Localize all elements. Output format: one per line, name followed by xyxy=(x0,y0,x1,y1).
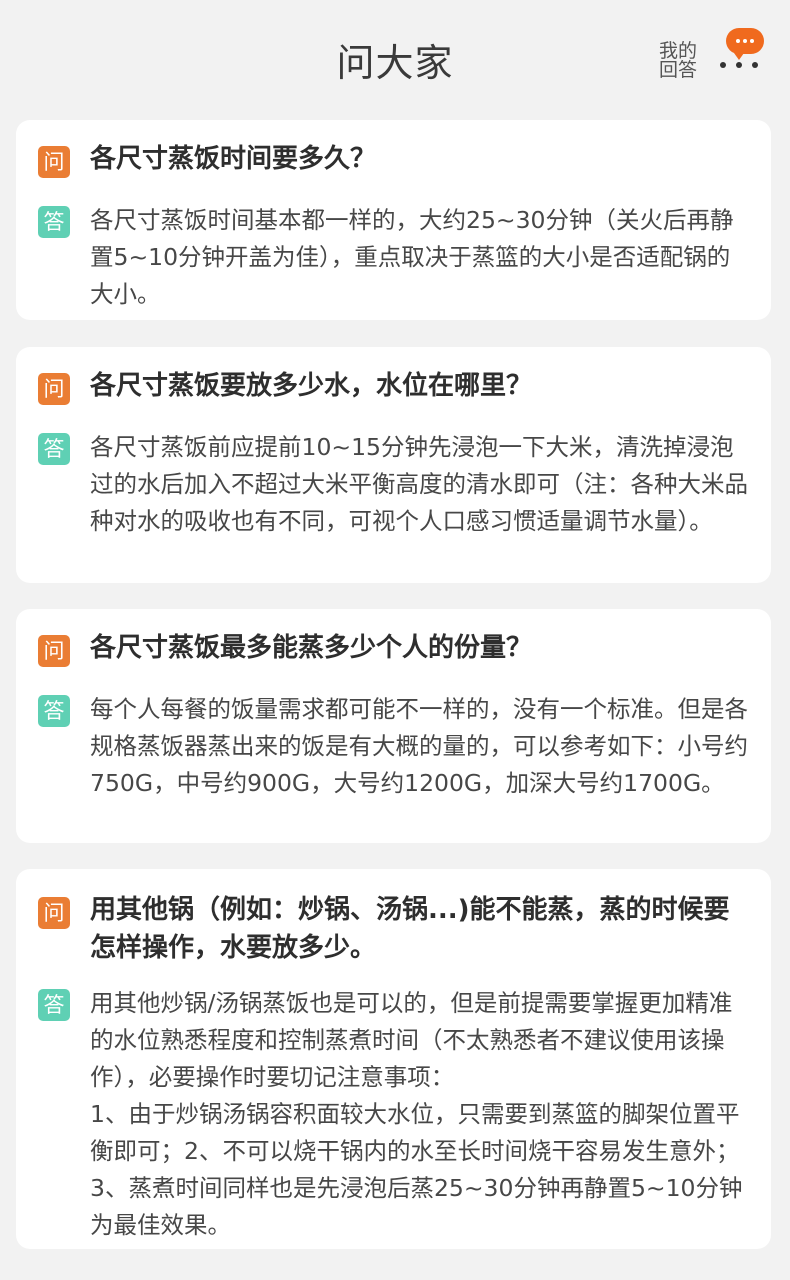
more-button[interactable] xyxy=(716,28,766,78)
header-bar: 问大家 我的回答 xyxy=(0,0,790,118)
answer-text: 每个人每餐的饭量需求都可能不一样的，没有一个标准。但是各规格蒸饭器蒸出来的饭是有… xyxy=(90,695,748,797)
qa-card[interactable]: 问 各尺寸蒸饭最多能蒸多少个人的份量？ 答 每个人每餐的饭量需求都可能不一样的，… xyxy=(16,609,771,843)
my-answers-button[interactable]: 我的回答 xyxy=(656,42,700,80)
question-badge: 问 xyxy=(38,146,70,178)
chat-bubble-icon xyxy=(726,28,764,60)
answer-badge: 答 xyxy=(38,433,70,465)
question-badge: 问 xyxy=(38,373,70,405)
question-text: 各尺寸蒸饭时间要多久？ xyxy=(90,144,377,174)
question-text: 各尺寸蒸饭要放多少水，水位在哪里？ xyxy=(90,371,533,401)
qa-card[interactable]: 问 用其他锅（例如：炒锅、汤锅...)能不能蒸，蒸的时候要怎样操作，水要放多少。… xyxy=(16,869,771,1249)
answer-badge: 答 xyxy=(38,206,70,238)
question-badge: 问 xyxy=(38,897,70,929)
answer-badge: 答 xyxy=(38,989,70,1021)
question-text: 用其他锅（例如：炒锅、汤锅...)能不能蒸，蒸的时候要怎样操作，水要放多少。 xyxy=(90,895,730,963)
qa-card[interactable]: 问 各尺寸蒸饭要放多少水，水位在哪里？ 答 各尺寸蒸饭前应提前10~15分钟先浸… xyxy=(16,347,771,583)
answer-text: 各尺寸蒸饭前应提前10~15分钟先浸泡一下大米，清洗掉浸泡过的水后加入不超过大米… xyxy=(90,433,748,535)
more-icon xyxy=(720,62,760,68)
qa-card[interactable]: 问 各尺寸蒸饭时间要多久？ 答 各尺寸蒸饭时间基本都一样的，大约25~30分钟（… xyxy=(16,120,771,320)
answer-badge: 答 xyxy=(38,695,70,727)
answer-text: 用其他炒锅/汤锅蒸饭也是可以的，但是前提需要掌握更加精准的水位熟悉程度和控制蒸煮… xyxy=(90,989,743,1239)
answer-text: 各尺寸蒸饭时间基本都一样的，大约25~30分钟（关火后再静置5~10分钟开盖为佳… xyxy=(90,206,734,308)
question-badge: 问 xyxy=(38,635,70,667)
question-text: 各尺寸蒸饭最多能蒸多少个人的份量？ xyxy=(90,633,533,663)
